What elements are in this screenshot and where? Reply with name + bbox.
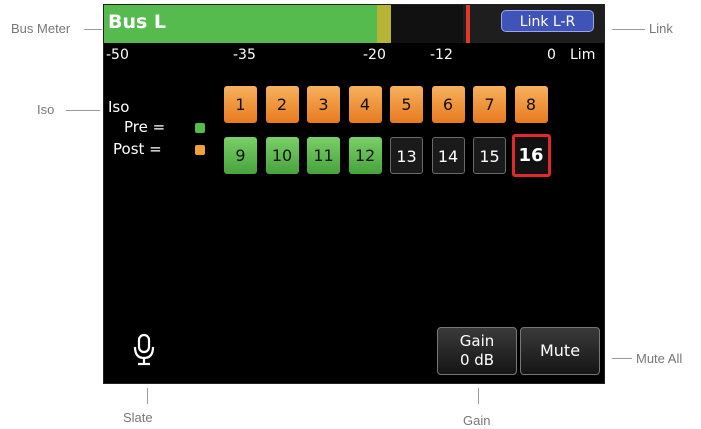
iso-channel-button[interactable]: 2 bbox=[265, 86, 299, 123]
iso-channel-button[interactable]: 13 bbox=[390, 137, 423, 174]
iso-channel-button[interactable]: 11 bbox=[307, 137, 340, 174]
iso-channel-button[interactable]: 3 bbox=[307, 86, 340, 123]
callout-line-slate bbox=[147, 388, 148, 404]
iso-channel-button[interactable]: 9 bbox=[224, 137, 257, 174]
callout-bus-meter: Bus Meter bbox=[11, 21, 71, 36]
scale-tick: -20 bbox=[363, 47, 386, 63]
scale-tick: -50 bbox=[106, 47, 129, 63]
callout-gain: Gain bbox=[463, 413, 491, 428]
iso-channel-button[interactable]: 8 bbox=[514, 86, 548, 123]
iso-channel-button[interactable]: 5 bbox=[390, 86, 423, 123]
iso-channel-button[interactable]: 6 bbox=[431, 86, 465, 123]
callout-slate: Slate bbox=[123, 410, 153, 425]
iso-channel-button[interactable]: 4 bbox=[348, 86, 382, 123]
scale-tick: Lim bbox=[570, 47, 596, 63]
mute-all-button[interactable]: Mute bbox=[520, 327, 600, 375]
meter-warning-bar bbox=[377, 5, 391, 43]
callout-link: Link bbox=[649, 21, 673, 36]
pre-legend-label: Pre = bbox=[124, 118, 166, 136]
iso-channel-button[interactable]: 10 bbox=[265, 137, 299, 174]
iso-channel-button[interactable]: 15 bbox=[473, 137, 506, 174]
scale-tick: -12 bbox=[430, 47, 453, 63]
meter-dark-segment bbox=[391, 5, 463, 43]
iso-channel-button[interactable]: 7 bbox=[473, 86, 506, 123]
post-legend-swatch bbox=[195, 145, 205, 155]
iso-title: Iso bbox=[108, 98, 130, 116]
link-button[interactable]: Link L-R bbox=[501, 10, 594, 32]
callout-iso: Iso bbox=[37, 102, 55, 117]
iso-channel-button[interactable]: 12 bbox=[348, 137, 382, 174]
meter-peak-marker bbox=[466, 5, 470, 43]
callout-line-mute-all bbox=[612, 358, 632, 359]
scale-tick: 0 bbox=[547, 47, 556, 63]
bus-meter[interactable]: Bus L Link L-R bbox=[104, 5, 604, 43]
bus-title: Bus L bbox=[108, 11, 167, 33]
post-legend-label: Post = bbox=[113, 140, 162, 158]
callout-line-iso bbox=[66, 110, 100, 111]
microphone-icon bbox=[133, 333, 155, 366]
callout-line-gain bbox=[478, 388, 479, 404]
callout-line-link bbox=[612, 29, 645, 30]
pre-legend-swatch bbox=[195, 123, 205, 133]
scale-tick: -35 bbox=[233, 47, 256, 63]
iso-channel-button[interactable]: 1 bbox=[224, 86, 257, 123]
iso-channel-button[interactable]: 14 bbox=[431, 137, 465, 174]
device-screen: Bus L Link L-R -50 -35 -20 -12 0 Lim Iso… bbox=[103, 4, 605, 384]
gain-button-value: 0 dB bbox=[459, 351, 495, 369]
gain-button[interactable]: Gain 0 dB bbox=[437, 327, 517, 375]
callout-mute-all: Mute All bbox=[636, 351, 683, 366]
iso-channel-button[interactable]: 16 bbox=[511, 134, 551, 177]
callout-line-bus-meter bbox=[84, 29, 102, 30]
slate-button[interactable] bbox=[130, 333, 158, 367]
gain-button-label: Gain bbox=[459, 332, 495, 350]
